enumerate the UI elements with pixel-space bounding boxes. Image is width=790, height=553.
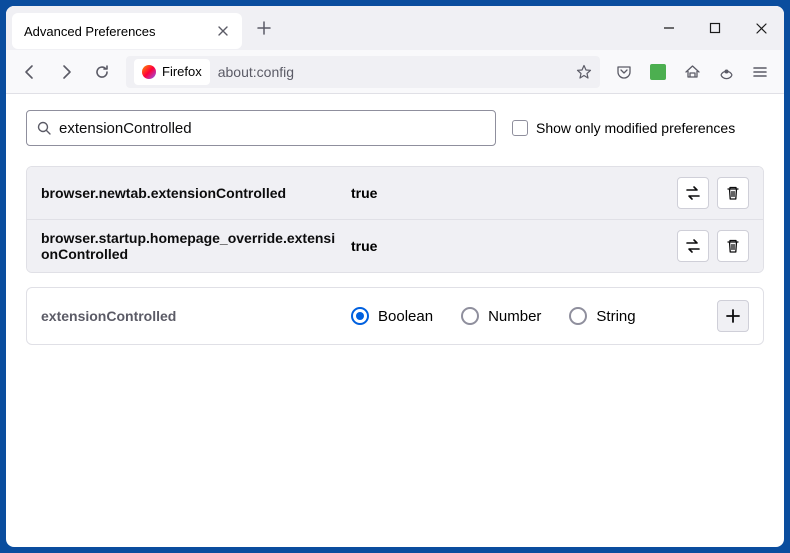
delete-button[interactable] (717, 230, 749, 262)
new-preference-row: extensionControlled Boolean Number Strin… (26, 287, 764, 345)
radio-number[interactable]: Number (461, 307, 541, 325)
toolbar-icons (608, 56, 776, 88)
window-controls (646, 6, 784, 50)
type-radio-group: Boolean Number String (351, 307, 717, 325)
toolbar: Firefox about:config (6, 50, 784, 94)
extension-icon[interactable] (642, 56, 674, 88)
new-preference-name: extensionControlled (41, 308, 351, 324)
inbox-icon[interactable] (676, 56, 708, 88)
search-box[interactable] (26, 110, 496, 146)
titlebar: Advanced Preferences (6, 6, 784, 50)
forward-button[interactable] (50, 56, 82, 88)
browser-tab[interactable]: Advanced Preferences (12, 13, 242, 49)
maximize-button[interactable] (692, 6, 738, 50)
firefox-icon (142, 65, 156, 79)
show-only-modified-checkbox[interactable]: Show only modified preferences (512, 120, 735, 136)
radio-label: Boolean (378, 308, 433, 325)
preferences-list: browser.newtab.extensionControlled true … (26, 166, 764, 273)
green-square-icon (650, 64, 666, 80)
radio-boolean[interactable]: Boolean (351, 307, 433, 325)
preference-value: true (351, 238, 677, 254)
preference-value: true (351, 185, 677, 201)
radio-string[interactable]: String (569, 307, 635, 325)
page-content: Show only modified preferences browser.n… (6, 94, 784, 361)
radio-label: String (596, 308, 635, 325)
tab-title: Advanced Preferences (24, 24, 208, 39)
firefox-label: Firefox (162, 64, 202, 79)
search-icon (37, 121, 51, 135)
radio-icon (569, 307, 587, 325)
close-window-button[interactable] (738, 6, 784, 50)
add-button[interactable] (717, 300, 749, 332)
radio-label: Number (488, 308, 541, 325)
back-button[interactable] (14, 56, 46, 88)
close-tab-button[interactable] (216, 24, 230, 38)
minimize-button[interactable] (646, 6, 692, 50)
toggle-button[interactable] (677, 177, 709, 209)
bookmark-star-icon[interactable] (576, 64, 592, 80)
delete-button[interactable] (717, 177, 749, 209)
radio-icon (461, 307, 479, 325)
account-icon[interactable] (710, 56, 742, 88)
preference-actions (677, 177, 749, 209)
preference-row: browser.startup.homepage_override.extens… (27, 220, 763, 272)
reload-button[interactable] (86, 56, 118, 88)
toggle-button[interactable] (677, 230, 709, 262)
menu-button[interactable] (744, 56, 776, 88)
preference-name: browser.startup.homepage_override.extens… (41, 230, 351, 262)
firefox-badge: Firefox (134, 59, 210, 85)
pocket-icon[interactable] (608, 56, 640, 88)
address-bar[interactable]: Firefox about:config (126, 56, 600, 88)
url-text: about:config (218, 64, 568, 80)
preference-actions (677, 230, 749, 262)
preference-row: browser.newtab.extensionControlled true (27, 167, 763, 220)
preference-name: browser.newtab.extensionControlled (41, 185, 351, 201)
checkbox-icon (512, 120, 528, 136)
radio-icon (351, 307, 369, 325)
checkbox-label: Show only modified preferences (536, 120, 735, 136)
browser-window: Advanced Preferences (6, 6, 784, 547)
search-row: Show only modified preferences (26, 110, 764, 146)
search-input[interactable] (59, 120, 485, 137)
new-tab-button[interactable] (250, 14, 278, 42)
